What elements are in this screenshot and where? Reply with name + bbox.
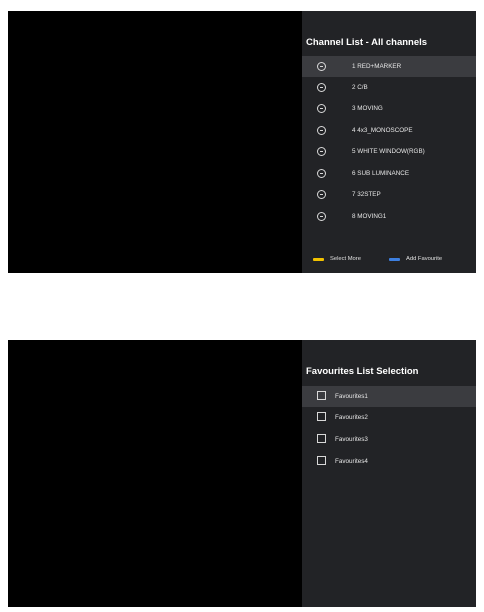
favourites-label: Favourites2 bbox=[335, 414, 368, 421]
channel-icon bbox=[317, 126, 326, 135]
channel-icon bbox=[317, 62, 326, 71]
channel-icon bbox=[317, 212, 326, 221]
channel-icon bbox=[317, 104, 326, 113]
channel-label: 4 4x3_MONOSCOPE bbox=[352, 127, 413, 134]
channel-label: 8 MOVING1 bbox=[352, 213, 387, 220]
channel-list-screen: Channel List - All channels 1 RED+MARKER… bbox=[8, 11, 476, 273]
checkbox[interactable] bbox=[317, 434, 326, 443]
checkbox[interactable] bbox=[317, 412, 326, 421]
channel-row-7[interactable]: 7 32STEP bbox=[302, 184, 476, 205]
channel-label: 7 32STEP bbox=[352, 191, 381, 198]
blue-key-icon bbox=[389, 257, 400, 261]
legend-label: Select More bbox=[330, 256, 361, 262]
favourites-row-4[interactable]: Favourites4 bbox=[302, 451, 476, 472]
favourites-screen: Favourites List Selection Favourites1 Fa… bbox=[8, 340, 476, 607]
favourites-title: Favourites List Selection bbox=[306, 366, 419, 377]
favourites-row-2[interactable]: Favourites2 bbox=[302, 407, 476, 428]
favourites-row-3[interactable]: Favourites3 bbox=[302, 429, 476, 450]
channel-label: 2 C/B bbox=[352, 84, 368, 91]
channel-row-1[interactable]: 1 RED+MARKER bbox=[302, 56, 476, 77]
channel-row-6[interactable]: 6 SUB LUMINANCE bbox=[302, 163, 476, 184]
yellow-key-icon bbox=[313, 257, 324, 261]
channel-list-panel: Channel List - All channels 1 RED+MARKER… bbox=[302, 11, 476, 273]
channel-row-5[interactable]: 5 WHITE WINDOW(RGB) bbox=[302, 141, 476, 162]
channel-label: 1 RED+MARKER bbox=[352, 63, 402, 70]
channel-label: 3 MOVING bbox=[352, 105, 383, 112]
channel-icon bbox=[317, 147, 326, 156]
favourites-label: Favourites4 bbox=[335, 458, 368, 465]
channel-icon bbox=[317, 190, 326, 199]
channel-row-8[interactable]: 8 MOVING1 bbox=[302, 206, 476, 227]
channel-icon bbox=[317, 83, 326, 92]
favourites-label: Favourites1 bbox=[335, 393, 368, 400]
checkbox[interactable] bbox=[317, 456, 326, 465]
channel-list-title: Channel List - All channels bbox=[306, 37, 428, 48]
channel-row-2[interactable]: 2 C/B bbox=[302, 77, 476, 98]
legend-add-favourite: Add Favourite bbox=[389, 254, 442, 264]
channel-row-3[interactable]: 3 MOVING bbox=[302, 98, 476, 119]
legend-select-more: Select More bbox=[313, 254, 361, 264]
channel-label: 5 WHITE WINDOW(RGB) bbox=[352, 148, 425, 155]
channel-icon bbox=[317, 169, 326, 178]
channel-label: 6 SUB LUMINANCE bbox=[352, 170, 410, 177]
checkbox[interactable] bbox=[317, 391, 326, 400]
favourites-row-1[interactable]: Favourites1 bbox=[302, 386, 476, 407]
channel-row-4[interactable]: 4 4x3_MONOSCOPE bbox=[302, 120, 476, 141]
legend-label: Add Favourite bbox=[406, 256, 443, 262]
favourites-label: Favourites3 bbox=[335, 436, 368, 443]
favourites-panel: Favourites List Selection Favourites1 Fa… bbox=[302, 340, 476, 607]
